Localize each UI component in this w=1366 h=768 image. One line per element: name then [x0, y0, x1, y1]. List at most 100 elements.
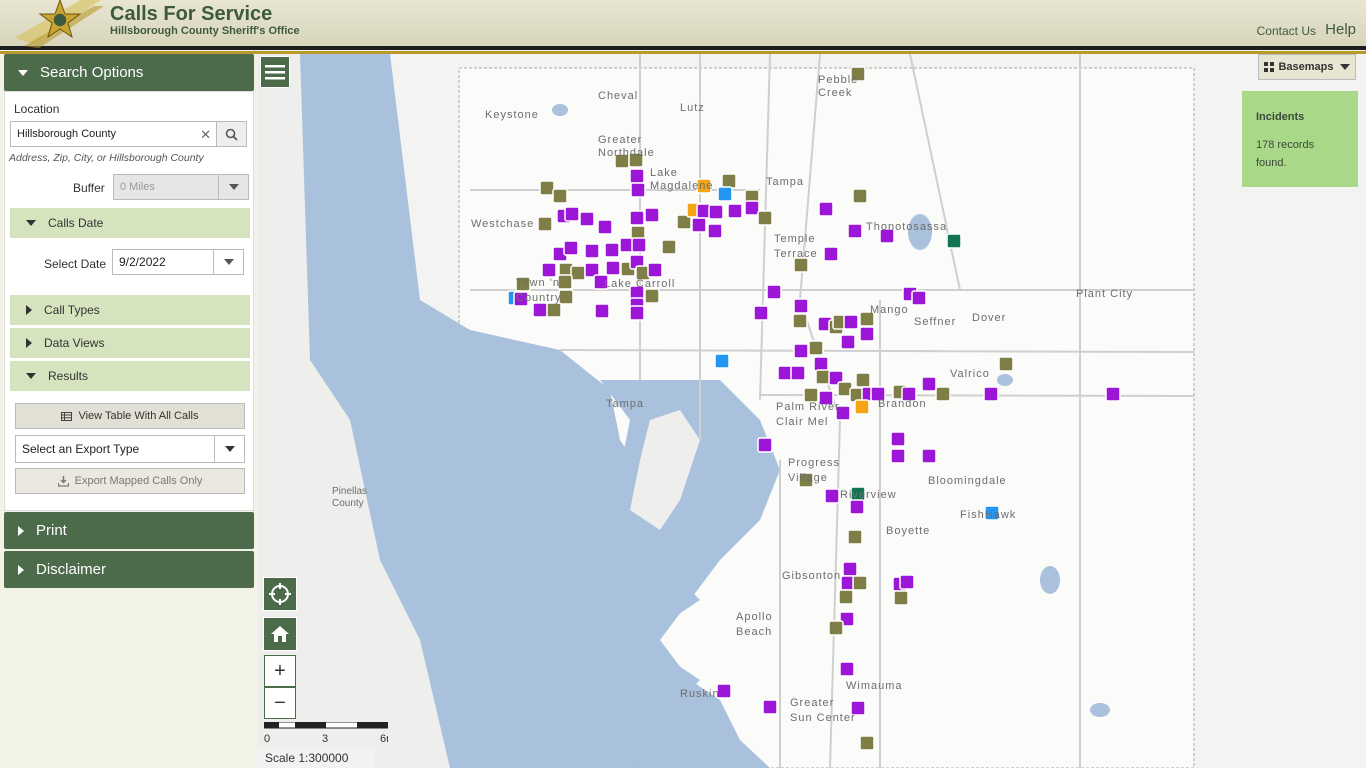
- incident-marker-purple[interactable]: [584, 243, 600, 259]
- buffer-select[interactable]: 0 Miles: [113, 174, 249, 200]
- incident-marker-olive[interactable]: [852, 188, 868, 204]
- caret-right-icon: [18, 525, 24, 536]
- incident-marker-olive[interactable]: [792, 313, 808, 329]
- incident-marker-purple[interactable]: [911, 290, 927, 306]
- incident-marker-olive[interactable]: [935, 386, 951, 402]
- incident-marker-teal[interactable]: [946, 233, 962, 249]
- locate-button[interactable]: [263, 577, 297, 611]
- incident-marker-purple[interactable]: [563, 240, 579, 256]
- incident-marker-purple[interactable]: [630, 182, 646, 198]
- incident-marker-purple[interactable]: [818, 201, 834, 217]
- incident-marker-purple[interactable]: [629, 168, 645, 184]
- incidents-count: 178 records: [1256, 139, 1315, 151]
- incident-marker-purple[interactable]: [1105, 386, 1121, 402]
- incident-marker-purple[interactable]: [839, 661, 855, 677]
- table-icon: [61, 411, 73, 421]
- incident-marker-olive[interactable]: [661, 239, 677, 255]
- disclaimer-header[interactable]: Disclaimer: [4, 551, 254, 588]
- incident-marker-olive[interactable]: [570, 265, 586, 281]
- incident-marker-purple[interactable]: [691, 217, 707, 233]
- incident-marker-purple[interactable]: [824, 488, 840, 504]
- incident-marker-purple[interactable]: [890, 448, 906, 464]
- incident-marker-olive[interactable]: [998, 356, 1014, 372]
- incident-marker-purple[interactable]: [753, 305, 769, 321]
- contact-us-link[interactable]: Contact Us: [1257, 24, 1316, 38]
- incident-marker-olive[interactable]: [815, 369, 831, 385]
- incident-marker-purple[interactable]: [793, 343, 809, 359]
- incident-marker-purple[interactable]: [777, 365, 793, 381]
- incident-marker-purple[interactable]: [631, 237, 647, 253]
- incident-marker-purple[interactable]: [629, 305, 645, 321]
- incident-marker-olive[interactable]: [838, 589, 854, 605]
- search-options-header[interactable]: Search Options: [4, 54, 254, 91]
- incident-marker-olive[interactable]: [808, 340, 824, 356]
- incident-marker-purple[interactable]: [890, 431, 906, 447]
- incident-marker-olive[interactable]: [539, 180, 555, 196]
- incident-marker-purple[interactable]: [849, 499, 865, 515]
- incident-marker-purple[interactable]: [813, 356, 829, 372]
- incident-marker-olive[interactable]: [847, 529, 863, 545]
- incident-marker-olive[interactable]: [893, 590, 909, 606]
- incident-marker-olive[interactable]: [552, 188, 568, 204]
- help-link[interactable]: Help: [1325, 21, 1356, 38]
- incident-marker-olive[interactable]: [852, 575, 868, 591]
- incident-marker-purple[interactable]: [762, 699, 778, 715]
- incident-marker-olive[interactable]: [537, 216, 553, 232]
- incident-marker-olive[interactable]: [644, 288, 660, 304]
- incident-marker-purple[interactable]: [921, 376, 937, 392]
- incident-marker-blue[interactable]: [714, 353, 730, 369]
- calls-date-header[interactable]: Calls Date: [10, 208, 250, 238]
- location-hint: Address, Zip, City, or Hillsborough Coun…: [9, 152, 204, 164]
- print-header[interactable]: Print: [4, 512, 254, 549]
- incident-marker-purple[interactable]: [766, 284, 782, 300]
- incident-marker-purple[interactable]: [541, 262, 557, 278]
- location-input[interactable]: Hillsborough County ✕: [10, 121, 218, 147]
- caret-down-icon: [18, 69, 28, 76]
- basemaps-button[interactable]: Basemaps: [1258, 54, 1356, 80]
- incident-marker-purple[interactable]: [843, 314, 859, 330]
- incident-marker-purple[interactable]: [727, 203, 743, 219]
- incident-marker-purple[interactable]: [594, 303, 610, 319]
- incident-marker-purple[interactable]: [605, 260, 621, 276]
- incident-marker-purple[interactable]: [793, 298, 809, 314]
- incident-marker-olive[interactable]: [859, 735, 875, 751]
- incident-marker-purple[interactable]: [644, 207, 660, 223]
- incident-marker-purple[interactable]: [842, 561, 858, 577]
- export-mapped-button[interactable]: Export Mapped Calls Only: [15, 468, 245, 494]
- clear-icon[interactable]: ✕: [200, 127, 211, 143]
- view-table-button[interactable]: View Table With All Calls: [15, 403, 245, 429]
- incident-marker-purple[interactable]: [859, 326, 875, 342]
- incident-marker-purple[interactable]: [597, 219, 613, 235]
- incident-marker-olive[interactable]: [855, 372, 871, 388]
- incident-marker-olive[interactable]: [828, 620, 844, 636]
- date-picker-input[interactable]: 9/2/2022: [112, 249, 244, 275]
- incident-marker-olive[interactable]: [757, 210, 773, 226]
- incident-marker-purple[interactable]: [708, 204, 724, 220]
- call-types-header[interactable]: Call Types: [10, 295, 250, 325]
- incident-marker-purple[interactable]: [744, 200, 760, 216]
- zoom-in-button[interactable]: +: [264, 655, 296, 687]
- zoom-out-button[interactable]: −: [264, 687, 296, 719]
- data-views-header[interactable]: Data Views: [10, 328, 250, 358]
- export-type-select[interactable]: Select an Export Type: [15, 435, 245, 463]
- menu-toggle-button[interactable]: [260, 56, 290, 88]
- incidents-found: found.: [1256, 157, 1287, 169]
- incident-marker-purple[interactable]: [840, 334, 856, 350]
- incident-marker-purple[interactable]: [707, 223, 723, 239]
- incident-marker-purple[interactable]: [757, 437, 773, 453]
- map-view[interactable]: Basemaps Incidents 178 records found. + …: [258, 54, 1366, 768]
- home-button[interactable]: [263, 617, 297, 651]
- incident-marker-purple[interactable]: [847, 223, 863, 239]
- results-header[interactable]: Results: [10, 361, 250, 391]
- incident-marker-purple[interactable]: [647, 262, 663, 278]
- incident-marker-purple[interactable]: [983, 386, 999, 402]
- incident-marker-purple[interactable]: [629, 210, 645, 226]
- location-search-button[interactable]: [216, 121, 247, 147]
- incident-marker-purple[interactable]: [564, 206, 580, 222]
- chevron-down-icon[interactable]: [213, 250, 243, 274]
- incident-marker-purple[interactable]: [579, 211, 595, 227]
- incident-marker-purple[interactable]: [921, 448, 937, 464]
- incident-marker-purple[interactable]: [604, 242, 620, 258]
- incident-marker-purple[interactable]: [899, 574, 915, 590]
- incident-marker-purple[interactable]: [790, 365, 806, 381]
